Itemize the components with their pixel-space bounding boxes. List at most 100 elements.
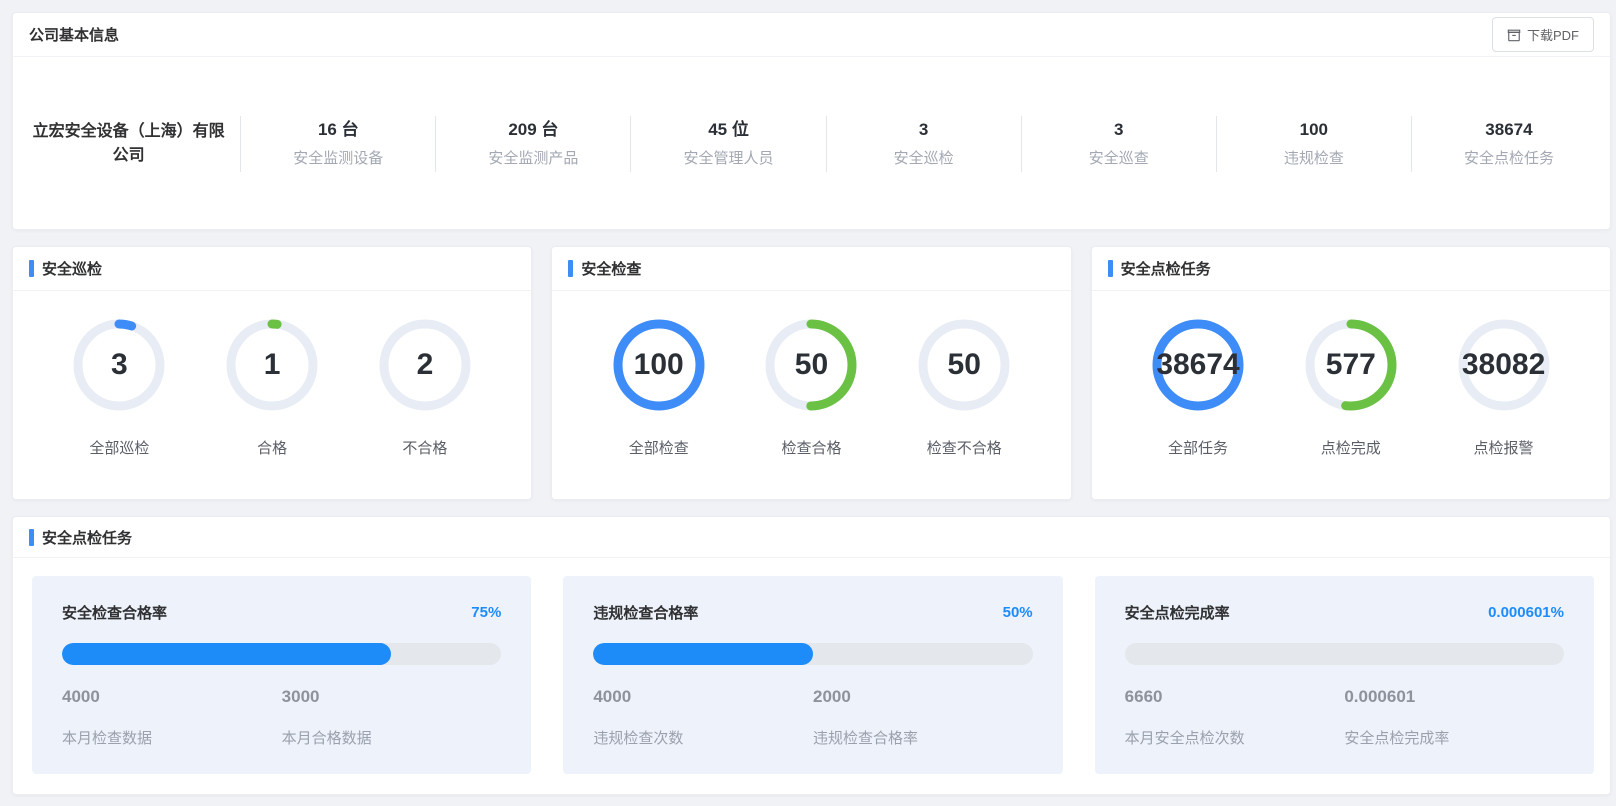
panel-stat-value: 4000 [593,687,813,707]
progress-summary-title-text: 安全点检任务 [42,527,132,548]
safety-check-card: 安全检查 100 全部检查 [551,246,1071,500]
stat-value: 3 [919,119,928,141]
company-info-card: 公司基本信息 下载PDF 立宏安全设备（上海）有限公司 16 台 安全监测设备 … [12,12,1611,230]
ring-chart: 50 [765,319,857,411]
panel-stats: 4000 违规检查次数 2000 违规检查合格率 [593,687,1032,748]
ring-label: 全部检查 [629,437,689,458]
ring-value: 100 [634,348,684,382]
progress-bar-track [62,643,501,665]
stat-label: 安全管理人员 [684,147,774,168]
panel-stat-label: 本月检查数据 [62,727,282,748]
company-info-title: 公司基本信息 [29,24,119,45]
panel-stats: 6660 本月安全点检次数 0.000601 安全点检完成率 [1125,687,1564,748]
panel-head: 安全检查合格率 75% [62,602,501,623]
stat-value: 45 位 [708,119,749,141]
ring-label: 不合格 [402,437,447,458]
company-info-title-text: 公司基本信息 [29,24,119,45]
panel-stat: 6660 本月安全点检次数 [1125,687,1345,748]
ring-label: 点检完成 [1321,437,1381,458]
ring-value: 38082 [1462,348,1545,382]
panel-stat-label: 本月合格数据 [282,727,502,748]
progress-bar-track [1125,643,1564,665]
stat-spot-check-tasks: 38674 安全点检任务 [1412,116,1606,172]
stat-label: 安全巡检 [894,147,954,168]
ring-chart: 3 [73,319,165,411]
progress-bar-fill [62,643,391,665]
ring-label: 全部任务 [1168,437,1228,458]
spot-check-task-title: 安全点检任务 [1108,258,1211,279]
ring-chart: 38674 [1152,319,1244,411]
panel-percent: 75% [471,604,501,621]
panel-stats: 4000 本月检查数据 3000 本月合格数据 [62,687,501,748]
safety-patrol-title: 安全巡检 [29,258,102,279]
panel-stat-value: 3000 [282,687,502,707]
safety-check-rings: 100 全部检查 50 检查合格 [552,291,1070,499]
stat-value: 3 [1114,119,1123,141]
ring-value: 1 [264,348,281,382]
ring-item: 50 检查合格 [765,319,857,458]
check-pass-rate-panel: 安全检查合格率 75% 4000 本月检查数据 3000 本月合格数据 [32,576,531,774]
stat-label: 安全监测设备 [293,147,383,168]
progress-summary-card: 安全点检任务 安全检查合格率 75% 4000 本月检查数据 3000 本月合格… [12,516,1611,795]
stat-safety-patrols: 3 安全巡检 [827,116,1022,172]
safety-check-title-text: 安全检查 [581,258,641,279]
safety-check-title: 安全检查 [568,258,641,279]
company-name-cell: 立宏安全设备（上海）有限公司 [17,116,241,172]
safety-check-header: 安全检查 [552,247,1070,291]
safety-patrol-card: 安全巡检 3 全部巡检 [12,246,532,500]
ring-item: 577 点检完成 [1305,319,1397,458]
progress-summary-header: 安全点检任务 [13,517,1610,558]
ring-label: 合格 [257,437,287,458]
stat-violation-checks: 100 违规检查 [1217,116,1412,172]
panel-stat: 2000 违规检查合格率 [813,687,1033,748]
ring-chart: 50 [918,319,1010,411]
ring-value: 50 [948,348,981,382]
ring-chart: 577 [1305,319,1397,411]
title-marker [1108,260,1113,277]
spot-check-task-title-text: 安全点检任务 [1121,258,1211,279]
panel-stat-label: 安全点检完成率 [1344,727,1564,748]
download-pdf-button[interactable]: 下载PDF [1492,17,1594,52]
ring-value: 50 [795,348,828,382]
progress-bar-track [593,643,1032,665]
progress-bar-fill [593,643,813,665]
stat-label: 违规检查 [1284,147,1344,168]
stat-label: 安全点检任务 [1464,147,1554,168]
title-marker [29,529,34,546]
ring-chart: 38082 [1458,319,1550,411]
panel-stat: 0.000601 安全点检完成率 [1344,687,1564,748]
progress-panels-row: 安全检查合格率 75% 4000 本月检查数据 3000 本月合格数据 违规检查… [13,558,1610,794]
stat-label: 安全监测产品 [488,147,578,168]
stat-value: 100 [1300,119,1328,141]
panel-stat-value: 6660 [1125,687,1345,707]
download-box-icon [1507,28,1521,42]
title-marker [568,260,573,277]
ring-item: 2 不合格 [379,319,471,458]
title-marker [29,260,34,277]
ring-value: 3 [111,348,128,382]
safety-patrol-header: 安全巡检 [13,247,531,291]
download-pdf-label: 下载PDF [1527,25,1579,44]
safety-patrol-rings: 3 全部巡检 1 合格 [13,291,531,499]
stat-value: 16 台 [318,119,359,141]
company-stats-row: 立宏安全设备（上海）有限公司 16 台 安全监测设备 209 台 安全监测产品 … [13,57,1610,230]
stat-value: 209 台 [508,119,558,141]
ring-chart: 1 [226,319,318,411]
panel-stat-value: 2000 [813,687,1033,707]
ring-item: 38674 全部任务 [1152,319,1244,458]
ring-value: 2 [417,348,434,382]
panel-stat-value: 4000 [62,687,282,707]
ring-label: 检查不合格 [927,437,1002,458]
panel-stat: 4000 违规检查次数 [593,687,813,748]
panel-stat-value: 0.000601 [1344,687,1564,707]
spot-check-task-rings: 38674 全部任务 577 点检完成 [1092,291,1610,499]
company-name: 立宏安全设备（上海）有限公司 [29,120,229,166]
panel-title: 违规检查合格率 [593,602,698,623]
ring-chart: 100 [613,319,705,411]
panel-stat-label: 本月安全点检次数 [1125,727,1345,748]
panel-head: 违规检查合格率 50% [593,602,1032,623]
panel-stat-label: 违规检查次数 [593,727,813,748]
ring-item: 3 全部巡检 [73,319,165,458]
ring-label: 全部巡检 [89,437,149,458]
ring-item: 1 合格 [226,319,318,458]
